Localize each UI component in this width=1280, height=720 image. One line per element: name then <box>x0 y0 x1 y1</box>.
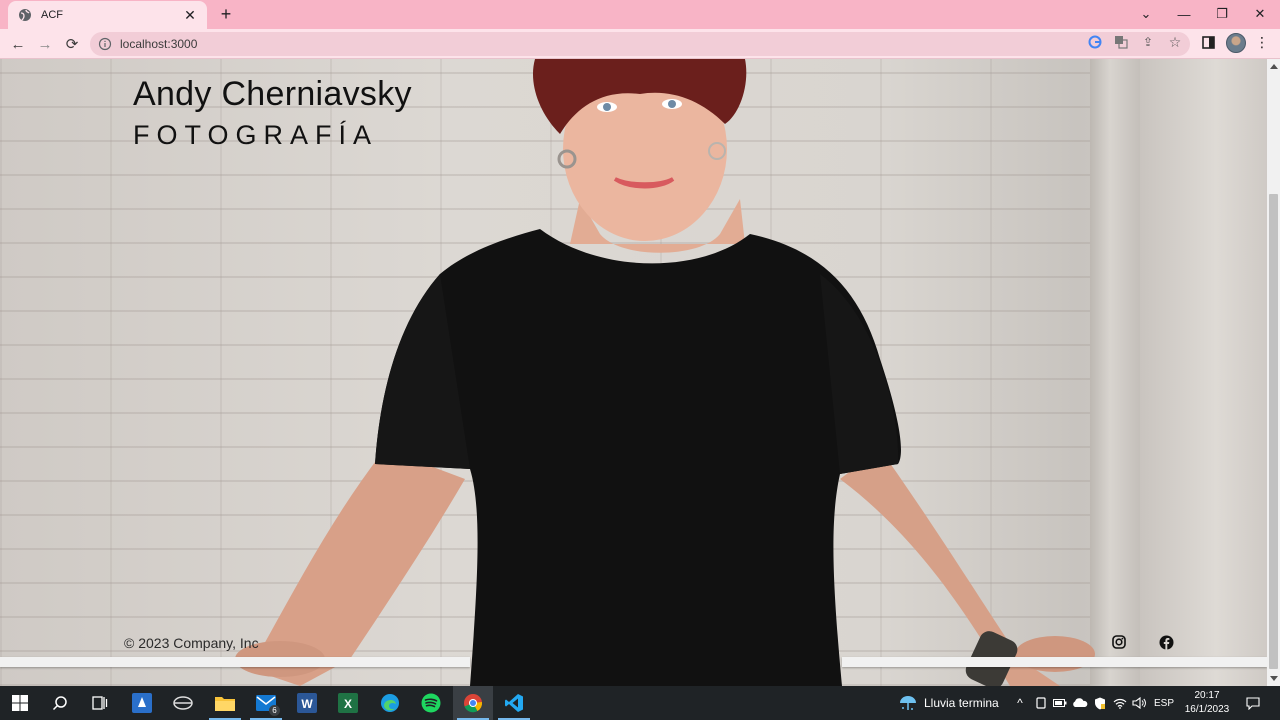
spotify-icon[interactable] <box>411 686 451 720</box>
tab-active[interactable]: ACF ✕ <box>8 1 207 29</box>
svg-text:X: X <box>344 697 352 711</box>
instagram-icon[interactable] <box>1110 633 1128 651</box>
close-icon[interactable]: ✕ <box>183 7 197 24</box>
side-panel-icon[interactable] <box>1199 33 1217 51</box>
tab-strip: ACF ✕ + ⌄ — ❐ ✕ <box>0 0 1280 29</box>
excel-icon[interactable]: X <box>328 686 368 720</box>
tab-title: ACF <box>41 9 63 21</box>
translate-icon[interactable] <box>1112 33 1130 51</box>
page-scrollbar[interactable] <box>1267 59 1280 686</box>
hero-background: Andy Cherniavsky FOTOGRAFÍA © 2023 Compa… <box>0 59 1267 686</box>
facebook-icon[interactable] <box>1157 633 1175 651</box>
app-icon[interactable] <box>122 686 162 720</box>
task-view-icon[interactable] <box>80 686 120 720</box>
scrollbar-thumb[interactable] <box>1269 194 1278 669</box>
chevron-up-icon[interactable]: ^ <box>1012 686 1028 720</box>
brand: Andy Cherniavsky FOTOGRAFÍA <box>133 75 412 151</box>
info-icon[interactable] <box>98 37 112 51</box>
brand-subtitle: FOTOGRAFÍA <box>133 120 379 150</box>
windows-taskbar: 6 W X Lluvia termina ^ ESP 20:17 16/1/20… <box>0 686 1280 720</box>
brand-name: Andy Cherniavsky <box>133 75 412 113</box>
google-icon[interactable] <box>1086 33 1104 51</box>
minimize-icon[interactable]: — <box>1165 0 1203 28</box>
chrome-icon[interactable] <box>453 686 493 720</box>
plus-icon[interactable]: + <box>216 4 236 24</box>
restore-icon[interactable]: ❐ <box>1203 0 1241 28</box>
mail-icon[interactable]: 6 <box>246 686 286 720</box>
security-icon[interactable] <box>1092 686 1108 720</box>
weather-text: Lluvia termina <box>924 696 999 710</box>
scroll-down-icon[interactable] <box>1270 676 1278 681</box>
word-icon[interactable]: W <box>287 686 327 720</box>
language-indicator[interactable]: ESP <box>1151 686 1177 720</box>
back-icon[interactable]: ← <box>7 33 29 55</box>
windows-start-icon[interactable] <box>0 686 40 720</box>
forward-icon[interactable]: → <box>34 33 56 55</box>
network-app-icon[interactable] <box>163 686 203 720</box>
railing-right <box>842 657 1267 667</box>
url-text: localhost:3000 <box>120 37 198 51</box>
menu-icon[interactable]: ⋮ <box>1253 33 1271 51</box>
weather-widget[interactable]: Lluvia termina <box>898 686 999 720</box>
globe-icon <box>18 8 32 22</box>
search-icon[interactable] <box>40 686 80 720</box>
star-icon[interactable]: ☆ <box>1166 33 1184 51</box>
scroll-up-icon[interactable] <box>1270 64 1278 69</box>
svg-text:W: W <box>301 697 313 711</box>
onedrive-icon[interactable] <box>1071 686 1089 720</box>
wifi-icon[interactable] <box>1111 686 1129 720</box>
copyright-text: © 2023 Company, Inc <box>124 635 259 651</box>
system-clock[interactable]: 20:17 16/1/2023 <box>1182 689 1232 717</box>
mail-badge: 6 <box>269 705 280 716</box>
share-icon[interactable]: ⇪ <box>1139 33 1157 51</box>
edge-icon[interactable] <box>370 686 410 720</box>
file-explorer-icon[interactable] <box>205 686 245 720</box>
chevron-down-icon[interactable]: ⌄ <box>1127 0 1165 28</box>
clock-time: 20:17 <box>1194 690 1220 701</box>
device-icon[interactable] <box>1033 686 1049 720</box>
notification-icon[interactable] <box>1242 686 1264 720</box>
avatar[interactable] <box>1226 33 1246 53</box>
umbrella-icon <box>898 693 918 713</box>
browser-toolbar: ← → ⟳ localhost:3000 ⇪ ☆ ⋮ <box>0 29 1280 59</box>
battery-icon[interactable] <box>1052 686 1068 720</box>
railing-left <box>0 657 470 667</box>
vscode-icon[interactable] <box>494 686 534 720</box>
reload-icon[interactable]: ⟳ <box>61 33 83 55</box>
address-bar[interactable]: localhost:3000 <box>90 32 1190 56</box>
portrait-photo <box>235 59 1095 686</box>
volume-icon[interactable] <box>1131 686 1147 720</box>
window-close-icon[interactable]: ✕ <box>1241 0 1279 28</box>
clock-date: 16/1/2023 <box>1184 704 1230 715</box>
